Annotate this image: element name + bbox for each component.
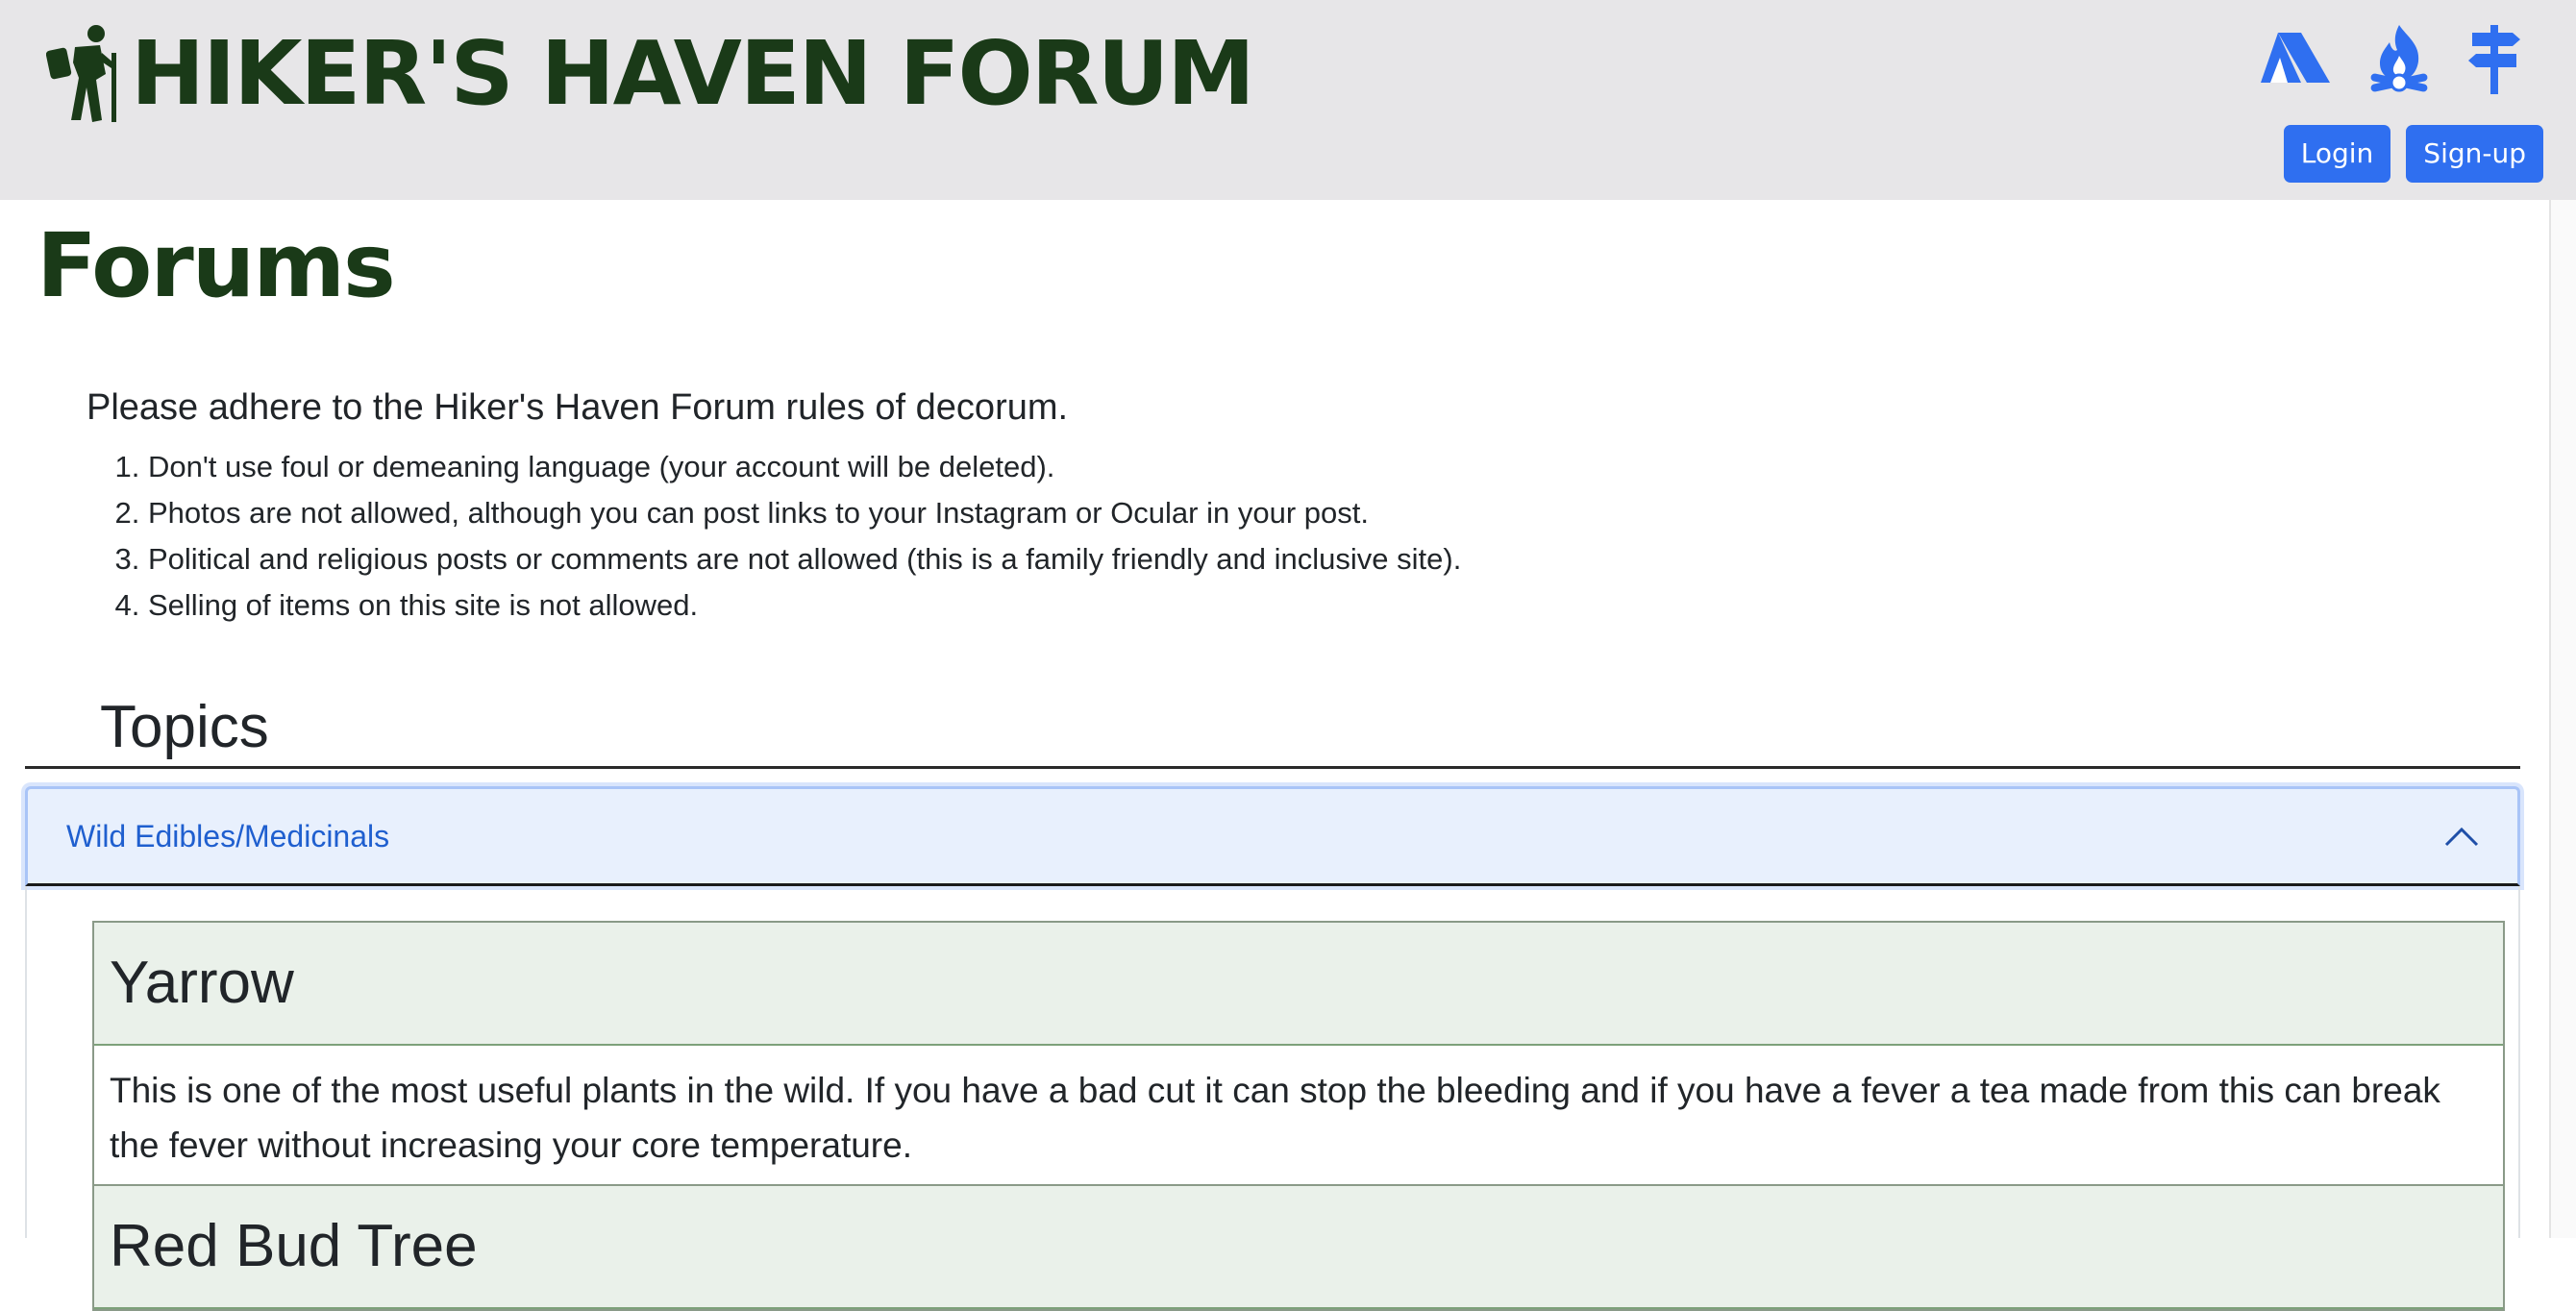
post-card-yarrow: Yarrow This is one of the most useful pl…	[92, 921, 2505, 1194]
rule-item: Political and religious posts or comment…	[148, 536, 1461, 582]
signup-button[interactable]: Sign-up	[2406, 125, 2543, 183]
page-title: Forums	[37, 214, 396, 317]
auth-buttons: Login Sign-up	[2283, 125, 2543, 183]
post-title: Red Bud Tree	[110, 1213, 478, 1279]
rules-intro: Please adhere to the Hiker's Haven Forum…	[87, 387, 1069, 428]
topics-divider	[25, 766, 2520, 769]
post-card-header: Yarrow	[94, 923, 2503, 1046]
header-icon-group	[2259, 23, 2522, 94]
topics-heading: Topics	[100, 694, 269, 760]
accordion-toggle-wild-edibles[interactable]: Wild Edibles/Medicinals	[25, 786, 2520, 886]
post-card-header: Red Bud Tree	[94, 1186, 2503, 1309]
site-title: HIKER'S HAVEN FORUM	[131, 22, 1255, 125]
campfire-icon[interactable]	[2368, 23, 2430, 94]
rule-item: Don't use foul or demeaning language (yo…	[148, 444, 1461, 490]
chevron-up-icon	[2444, 827, 2479, 847]
rule-item: Selling of items on this site is not all…	[148, 582, 1461, 629]
hiker-icon	[46, 25, 116, 122]
page-scrollbar[interactable]	[2549, 200, 2576, 1238]
rules-list: Don't use foul or demeaning language (yo…	[87, 444, 1461, 629]
login-button[interactable]: Login	[2283, 125, 2391, 183]
tent-icon[interactable]	[2259, 29, 2332, 88]
site-header: HIKER'S HAVEN FORUM Login Sign-up	[0, 0, 2576, 200]
brand[interactable]: HIKER'S HAVEN FORUM	[46, 21, 1255, 127]
accordion-body: Yarrow This is one of the most useful pl…	[25, 886, 2520, 1311]
post-card-red-bud-tree: Red Bud Tree	[92, 1184, 2505, 1311]
accordion-label: Wild Edibles/Medicinals	[66, 818, 390, 853]
signpost-icon[interactable]	[2466, 23, 2522, 94]
post-body: This is one of the most useful plants in…	[110, 1071, 2440, 1165]
post-title: Yarrow	[110, 950, 294, 1016]
rule-item: Photos are not allowed, although you can…	[148, 490, 1461, 536]
